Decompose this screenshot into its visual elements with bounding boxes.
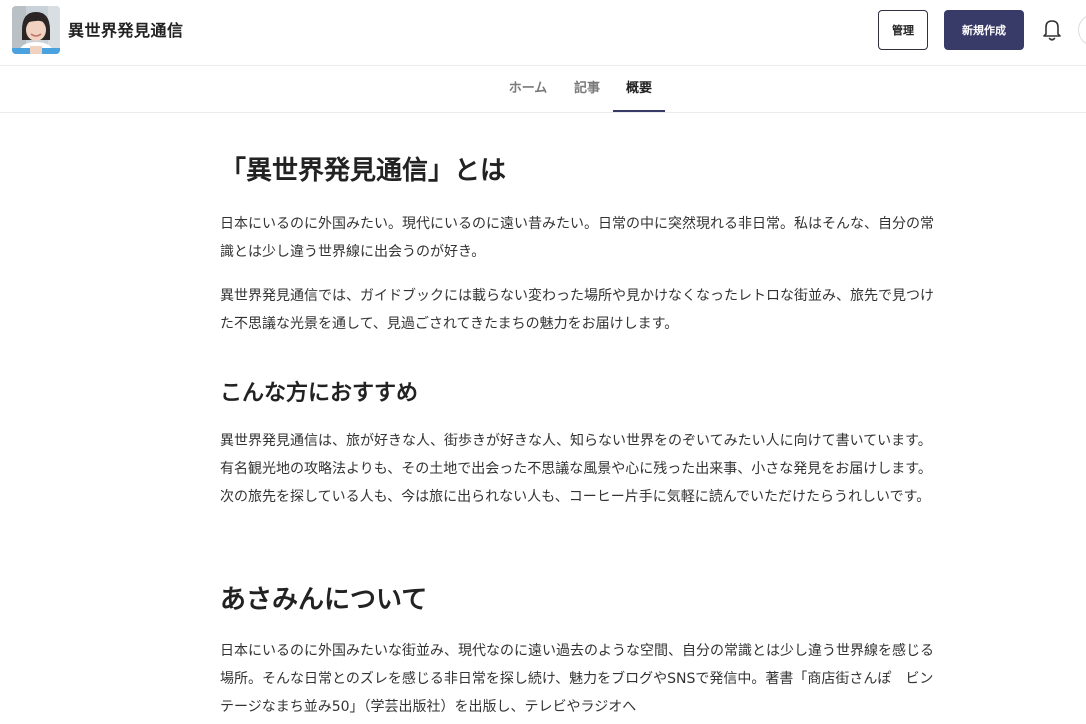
- page-title: 「異世界発見通信」とは: [220, 156, 507, 186]
- tab-home[interactable]: ホーム: [501, 66, 555, 112]
- author-paragraph: 日本にいるのに外国みたいな街並み、現代なのに遠い過去のような空間、自分の常識とは…: [220, 643, 934, 715]
- avatar[interactable]: [12, 6, 60, 54]
- section-heading-recommend: こんな方におすすめ: [220, 381, 419, 406]
- top-header: 異世界発見通信 管理 新規作成: [0, 0, 1086, 66]
- tab-navigation: ホーム 記事 概要: [0, 66, 1086, 113]
- tab-about[interactable]: 概要: [613, 66, 665, 112]
- user-menu-circle[interactable]: [1078, 14, 1086, 46]
- manage-button[interactable]: 管理: [878, 10, 928, 50]
- section-heading-author: あさみんについて: [220, 585, 428, 615]
- tab-articles[interactable]: 記事: [567, 66, 607, 112]
- bell-icon[interactable]: [1040, 17, 1064, 43]
- intro-paragraph-2: 異世界発見通信では、ガイドブックには載らない変わった場所や見かけなくなったレトロ…: [220, 288, 934, 332]
- intro-paragraph-1: 日本にいるのに外国みたい。現代にいるのに遠い昔みたい。日常の中に突然現れる非日常…: [220, 216, 934, 260]
- active-tab-indicator: [613, 110, 665, 112]
- new-post-button[interactable]: 新規作成: [944, 10, 1024, 50]
- person-photo-icon: [12, 6, 60, 54]
- site-title[interactable]: 異世界発見通信: [68, 17, 184, 41]
- recommend-paragraph: 異世界発見通信は、旅が好きな人、街歩きが好きな人、知らない世界をのぞいてみたい人…: [220, 433, 932, 505]
